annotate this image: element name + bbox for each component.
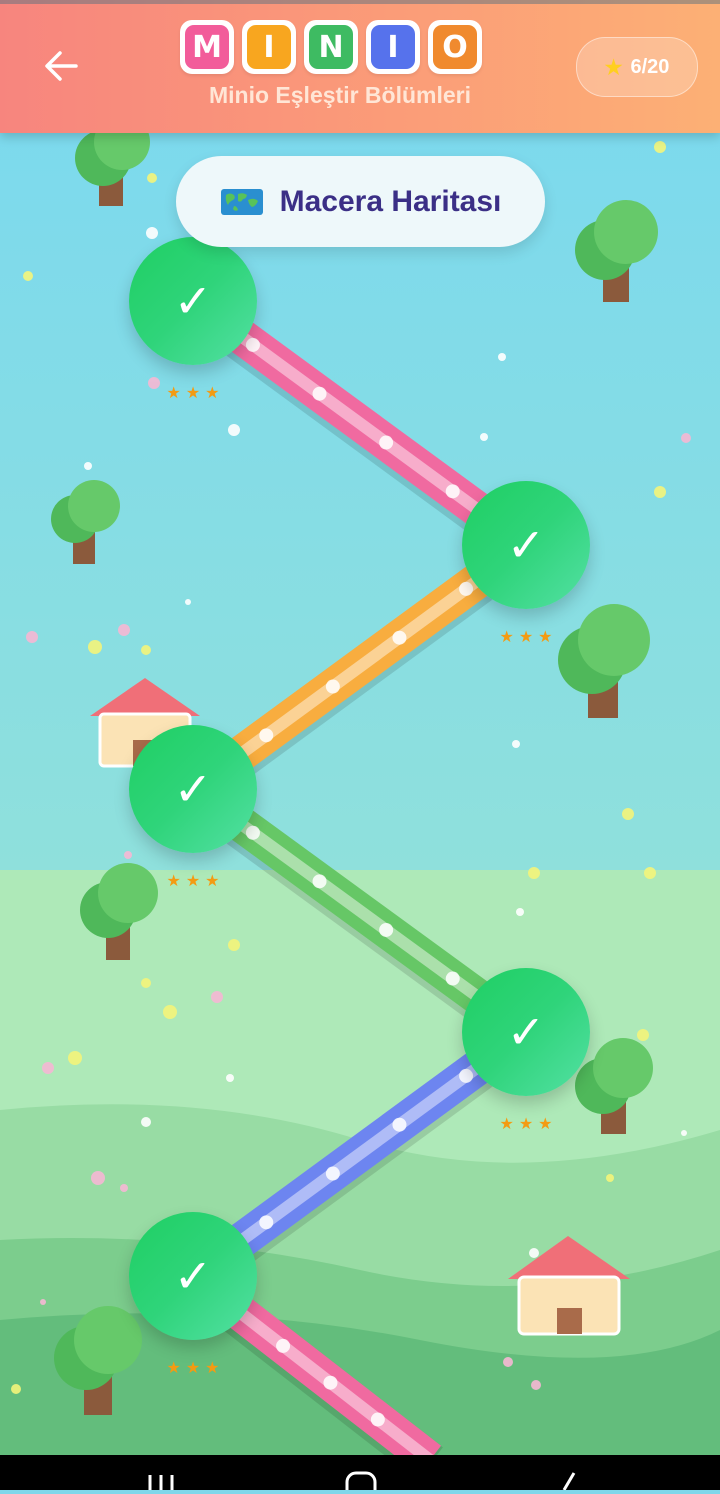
- star-icon: ★: [538, 627, 553, 646]
- system-nav-bar: [0, 1455, 720, 1494]
- path-dot: [370, 1412, 385, 1427]
- star-icon: ★: [518, 1114, 534, 1133]
- star-icon: ★: [166, 1358, 181, 1377]
- star-icon: ★: [604, 56, 623, 79]
- logo-tile: M: [180, 20, 234, 74]
- level-node[interactable]: ✓: [462, 481, 590, 609]
- page-subtitle: Minio Eşleştir Bölümleri: [209, 82, 471, 108]
- star-icon: ★: [205, 871, 220, 890]
- logo-letter: I: [247, 25, 291, 69]
- logo-letter: O: [433, 25, 477, 69]
- app-logo: MINIO: [180, 20, 482, 74]
- world-map-icon: [220, 188, 263, 215]
- arrow-left-icon: [45, 51, 78, 81]
- star-icon: ★: [166, 871, 181, 890]
- path-dot: [445, 484, 460, 499]
- path-dot: [312, 874, 327, 889]
- star-icon: ★: [166, 383, 181, 402]
- path-dot: [459, 581, 474, 596]
- recent-apps-icon: [148, 1475, 174, 1490]
- logo-tile: O: [428, 20, 482, 74]
- path-dot: [312, 386, 327, 401]
- map-title: Macera Haritası: [279, 184, 502, 218]
- level-node[interactable]: ✓: [129, 237, 257, 365]
- path-dot: [325, 679, 340, 694]
- path-dot: [245, 337, 260, 352]
- path-dot: [276, 1338, 291, 1353]
- star-icon: ★: [185, 1358, 201, 1377]
- logo-letter: N: [309, 25, 353, 69]
- level-stars: ★ ★ ★: [491, 1116, 561, 1132]
- star-icon: ★: [499, 627, 514, 646]
- status-strip: [0, 0, 720, 4]
- star-icon: ★: [185, 871, 201, 890]
- star-count-text: 6/20: [630, 55, 670, 78]
- map-title-pill: Macera Haritası: [176, 156, 545, 247]
- path-dot: [259, 1215, 274, 1230]
- path-dot: [379, 922, 394, 937]
- checkmark-icon: ✓: [506, 518, 546, 572]
- logo-tile: I: [242, 20, 296, 74]
- path-dot: [445, 971, 460, 986]
- path-dot: [245, 825, 260, 840]
- level-stars: ★ ★ ★: [491, 629, 561, 645]
- star-icon: ★: [518, 627, 534, 646]
- logo-tile: I: [366, 20, 420, 74]
- checkmark-icon: ✓: [173, 1249, 213, 1303]
- logo-tile: N: [304, 20, 358, 74]
- star-count-badge: ★ 6/20: [576, 37, 698, 97]
- logo-letter: I: [371, 25, 415, 69]
- star-icon: ★: [538, 1114, 553, 1133]
- level-stars: ★ ★ ★: [158, 385, 228, 401]
- recent-apps-button[interactable]: [132, 1465, 192, 1490]
- star-icon: ★: [205, 383, 220, 402]
- level-node[interactable]: ✓: [129, 725, 257, 853]
- star-icon: ★: [205, 1358, 220, 1377]
- level-node[interactable]: ✓: [462, 968, 590, 1096]
- path-dot: [392, 630, 407, 645]
- checkmark-icon: ✓: [173, 762, 213, 816]
- star-icon: ★: [185, 383, 201, 402]
- level-stars: ★ ★ ★: [158, 873, 228, 889]
- path-dot: [379, 435, 394, 450]
- checkmark-icon: ✓: [173, 274, 213, 328]
- path-dot: [459, 1068, 474, 1083]
- checkmark-icon: ✓: [506, 1005, 546, 1059]
- level-stars: ★ ★ ★: [158, 1360, 228, 1376]
- system-back-button[interactable]: [538, 1465, 598, 1491]
- logo-letter: M: [185, 25, 229, 69]
- path-dot: [392, 1117, 407, 1132]
- path-dot: [323, 1375, 338, 1390]
- home-icon: [345, 1471, 377, 1494]
- path-dot: [325, 1166, 340, 1181]
- top-app-bar: MINIO Minio Eşleştir Bölümleri ★ 6/20: [0, 0, 720, 133]
- chevron-left-icon: [562, 1472, 576, 1491]
- home-button[interactable]: [330, 1465, 390, 1494]
- path-dot: [259, 728, 274, 743]
- star-icon: ★: [499, 1114, 514, 1133]
- level-node[interactable]: ✓: [129, 1212, 257, 1340]
- back-button[interactable]: [38, 46, 82, 86]
